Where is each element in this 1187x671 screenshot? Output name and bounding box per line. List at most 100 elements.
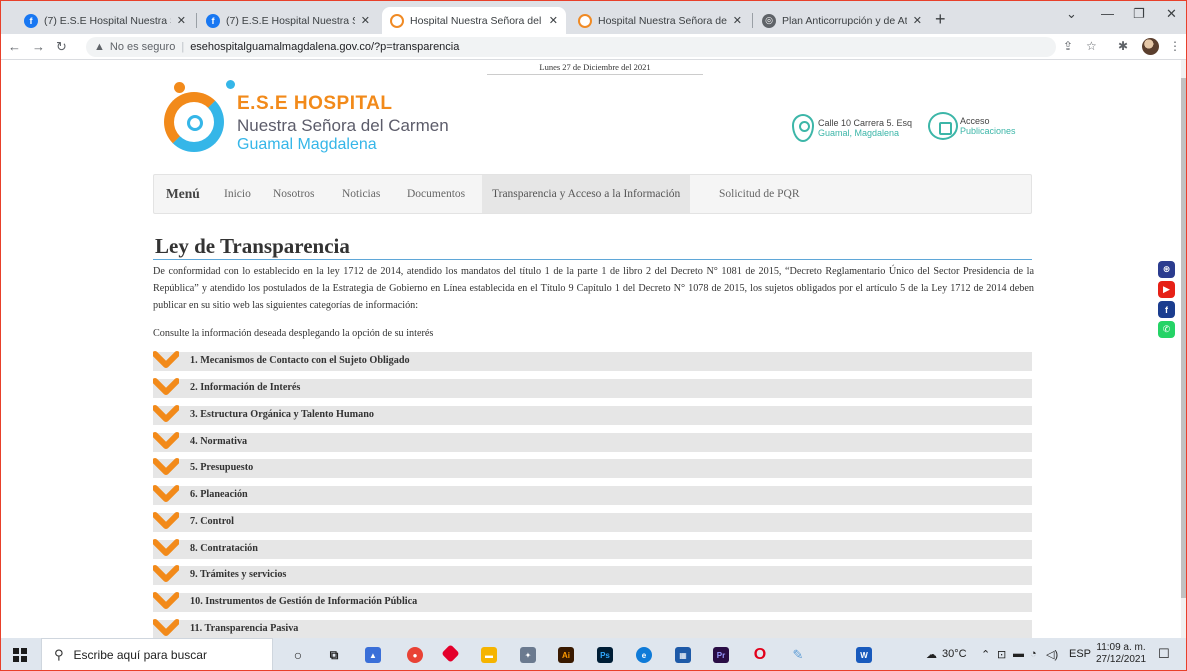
browser-tab-active[interactable]: Hospital Nuestra Señora del Carm ✕ — [382, 7, 566, 34]
photoshop-icon[interactable]: Ps — [597, 647, 613, 663]
store-icon[interactable]: ▦ — [675, 647, 691, 663]
edge-icon[interactable]: e — [636, 647, 652, 663]
accordion-section[interactable]: 7. Control — [153, 511, 1032, 532]
accordion-section[interactable]: 4. Normativa — [153, 431, 1032, 452]
premiere-icon[interactable]: Pr — [713, 647, 729, 663]
address-bar[interactable]: ▲ No es seguro | esehospitalguamalmagdal… — [86, 37, 1056, 57]
chevron-down-icon[interactable] — [153, 484, 179, 504]
accordion-section[interactable]: 6. Planeación — [153, 484, 1032, 505]
illustrator-icon[interactable]: Ai — [558, 647, 574, 663]
close-window-button[interactable]: ✕ — [1166, 6, 1177, 22]
browser-tab[interactable]: ◎ Plan Anticorrupción y de Atenció ✕ — [754, 7, 930, 34]
maximize-button[interactable]: ❐ — [1133, 6, 1145, 22]
chrome-icon[interactable]: ● — [407, 647, 423, 663]
task-view-icon[interactable]: ⧉ — [326, 647, 342, 663]
nav-item-pqr[interactable]: Solicitud de PQR — [719, 175, 800, 213]
tab-search-icon[interactable]: ⌄ — [1066, 6, 1077, 22]
access-publications-link[interactable]: Acceso Publicaciones — [928, 112, 1016, 140]
app-icon[interactable]: ▲ — [365, 647, 381, 663]
share-icon[interactable]: ⇪ — [1063, 39, 1073, 53]
close-icon[interactable]: ✕ — [733, 14, 742, 27]
chevron-down-icon[interactable] — [153, 591, 179, 611]
forward-icon[interactable]: → — [32, 39, 45, 54]
bookmark-star-icon[interactable]: ☆ — [1086, 39, 1097, 53]
scrollbar-thumb[interactable] — [1181, 78, 1187, 598]
weather-icon[interactable]: ☁ — [926, 648, 937, 661]
warning-icon[interactable]: ▲ — [94, 41, 105, 53]
page-scrollbar[interactable] — [1181, 60, 1187, 638]
new-tab-button[interactable]: + — [935, 9, 946, 30]
battery-icon[interactable]: ▬ — [1013, 648, 1024, 660]
close-icon[interactable]: ✕ — [913, 14, 922, 27]
chevron-down-icon[interactable] — [153, 564, 179, 584]
nav-item-inicio[interactable]: Inicio — [224, 175, 251, 213]
weather-temp[interactable]: 30°C — [942, 648, 967, 660]
browser-tab[interactable]: Hospital Nuestra Señora del Carm ✕ — [570, 7, 750, 34]
accordion-section[interactable]: 5. Presupuesto — [153, 457, 1032, 478]
nav-item-documentos[interactable]: Documentos — [407, 175, 465, 213]
app-icon[interactable]: ✎ — [790, 647, 806, 663]
app-icon[interactable]: ✦ — [520, 647, 536, 663]
language-indicator[interactable]: ESP — [1069, 648, 1091, 660]
accordion-section[interactable]: 2. Información de Interés — [153, 377, 1032, 398]
url-text[interactable]: esehospitalguamalmagdalena.gov.co/?p=tra… — [190, 41, 459, 53]
close-icon[interactable]: ✕ — [361, 14, 370, 27]
nav-item-transparencia[interactable]: Transparencia y Acceso a la Información — [482, 175, 691, 213]
chevron-down-icon[interactable] — [153, 404, 179, 424]
taskbar-clock[interactable]: 11:09 a. m. 27/12/2021 — [1096, 642, 1146, 666]
chevron-down-icon[interactable] — [153, 511, 179, 531]
whatsapp-icon[interactable]: ✆ — [1158, 321, 1175, 338]
profile-avatar[interactable] — [1142, 38, 1159, 55]
messenger-icon[interactable]: ⊛ — [1158, 261, 1175, 278]
chevron-down-icon[interactable] — [153, 538, 179, 558]
volume-icon[interactable]: ◁) — [1046, 648, 1058, 661]
accordion-section-label[interactable]: 3. Estructura Orgánica y Talento Humano — [190, 409, 374, 420]
youtube-icon[interactable]: ▶ — [1158, 281, 1175, 298]
chevron-down-icon[interactable] — [153, 431, 179, 451]
chevron-down-icon[interactable] — [153, 618, 179, 638]
minimize-button[interactable]: — — [1101, 6, 1114, 21]
accordion-section[interactable]: 9. Trámites y servicios — [153, 564, 1032, 585]
accordion-section-label[interactable]: 9. Trámites y servicios — [190, 569, 286, 580]
security-label[interactable]: No es seguro — [110, 41, 175, 53]
accordion-section-label[interactable]: 10. Instrumentos de Gestión de Informaci… — [190, 596, 417, 607]
menu-dots-icon[interactable]: ⋮ — [1169, 39, 1181, 53]
accordion-section-label[interactable]: 11. Transparencia Pasiva — [190, 623, 298, 634]
site-logo[interactable]: E.S.E HOSPITAL Nuestra Señora del Carmen… — [160, 80, 450, 160]
reload-icon[interactable]: ↻ — [56, 39, 67, 55]
chevron-down-icon[interactable] — [153, 377, 179, 397]
close-icon[interactable]: ✕ — [549, 14, 558, 27]
browser-tab[interactable]: f (7) E.S.E Hospital Nuestra Señora ✕ — [16, 7, 194, 34]
windows-start-icon[interactable] — [13, 648, 27, 662]
nav-item-nosotros[interactable]: Nosotros — [273, 175, 315, 213]
back-icon[interactable]: ← — [8, 39, 21, 54]
opera-icon[interactable]: O — [752, 646, 768, 663]
accordion-section[interactable]: 11. Transparencia Pasiva — [153, 618, 1032, 638]
accordion-section-label[interactable]: 7. Control — [190, 516, 234, 527]
wifi-icon[interactable]: ◔ — [1030, 648, 1037, 660]
chevron-down-icon[interactable] — [153, 350, 179, 370]
app-diamond-icon[interactable] — [441, 644, 460, 663]
browser-tab[interactable]: f (7) E.S.E Hospital Nuestra Señora ✕ — [198, 7, 378, 34]
accordion-section[interactable]: 10. Instrumentos de Gestión de Informaci… — [153, 591, 1032, 612]
close-icon[interactable]: ✕ — [177, 14, 186, 27]
accordion-section-label[interactable]: 2. Información de Interés — [190, 382, 300, 393]
nav-item-noticias[interactable]: Noticias — [342, 175, 380, 213]
accordion-section[interactable]: 1. Mecanismos de Contacto con el Sujeto … — [153, 350, 1032, 371]
chevron-up-icon[interactable]: ⌃ — [981, 648, 990, 661]
accordion-section-label[interactable]: 1. Mecanismos de Contacto con el Sujeto … — [190, 355, 410, 366]
accordion-section[interactable]: 3. Estructura Orgánica y Talento Humano — [153, 404, 1032, 425]
word-icon[interactable]: W — [856, 647, 872, 663]
taskbar-search[interactable]: ⚲ Escribe aquí para buscar — [41, 638, 273, 671]
accordion-section-label[interactable]: 5. Presupuesto — [190, 462, 253, 473]
chevron-down-icon[interactable] — [153, 457, 179, 477]
extensions-icon[interactable]: ✱ — [1118, 39, 1128, 53]
file-explorer-icon[interactable]: ▬ — [481, 647, 497, 663]
network-icon[interactable]: ⊡ — [997, 648, 1006, 661]
accordion-section-label[interactable]: 6. Planeación — [190, 489, 248, 500]
cortana-icon[interactable]: ○ — [290, 647, 306, 663]
notifications-icon[interactable]: ☐ — [1158, 646, 1170, 662]
facebook-icon[interactable]: f — [1158, 301, 1175, 318]
accordion-section[interactable]: 8. Contratación — [153, 538, 1032, 559]
accordion-section-label[interactable]: 4. Normativa — [190, 436, 247, 447]
